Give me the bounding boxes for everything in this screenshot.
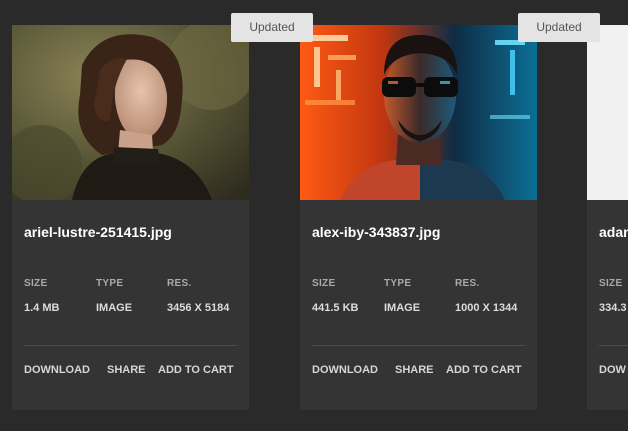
light-photo — [587, 25, 628, 200]
size-value: 334.3 — [599, 302, 627, 314]
updated-badge: Updated — [518, 13, 600, 42]
thumbnail-alex[interactable] — [300, 25, 537, 200]
res-label: RES. — [167, 278, 192, 289]
download-button[interactable]: DOWNLOAD — [24, 364, 90, 376]
filename: alex-iby-343837.jpg — [312, 224, 441, 240]
size-label: SIZE — [599, 278, 623, 289]
file-card-ariel[interactable]: ariel-lustre-251415.jpg SIZE TYPE RES. 1… — [12, 25, 249, 410]
type-value: IMAGE — [96, 302, 133, 314]
portrait-man-neon-photo — [300, 25, 537, 200]
gallery: ariel-lustre-251415.jpg SIZE TYPE RES. 1… — [0, 0, 628, 431]
portrait-woman-photo — [12, 25, 249, 200]
res-value: 1000 X 1344 — [455, 302, 518, 314]
add-to-cart-button[interactable]: ADD TO CART — [446, 364, 522, 376]
share-button[interactable]: SHARE — [395, 364, 434, 376]
type-label: TYPE — [96, 278, 124, 289]
filename: ariel-lustre-251415.jpg — [24, 224, 172, 240]
download-button[interactable]: DOW — [599, 364, 626, 376]
res-value: 3456 X 5184 — [167, 302, 230, 314]
res-label: RES. — [455, 278, 480, 289]
updated-badge: Updated — [231, 13, 313, 42]
thumbnail-adam[interactable] — [587, 25, 628, 200]
type-label: TYPE — [384, 278, 412, 289]
filename: adam — [599, 224, 628, 240]
size-label: SIZE — [312, 278, 336, 289]
download-button[interactable]: DOWNLOAD — [312, 364, 378, 376]
divider — [24, 345, 237, 346]
size-value: 441.5 KB — [312, 302, 359, 314]
share-button[interactable]: SHARE — [107, 364, 146, 376]
file-card-alex[interactable]: alex-iby-343837.jpg SIZE TYPE RES. 441.5… — [300, 25, 537, 410]
file-card-adam[interactable]: adam SIZE 334.3 DOW — [587, 25, 628, 410]
thumbnail-ariel[interactable] — [12, 25, 249, 200]
divider — [312, 345, 525, 346]
type-value: IMAGE — [384, 302, 421, 314]
add-to-cart-button[interactable]: ADD TO CART — [158, 364, 234, 376]
size-value: 1.4 MB — [24, 302, 60, 314]
size-label: SIZE — [24, 278, 48, 289]
divider — [599, 345, 628, 346]
